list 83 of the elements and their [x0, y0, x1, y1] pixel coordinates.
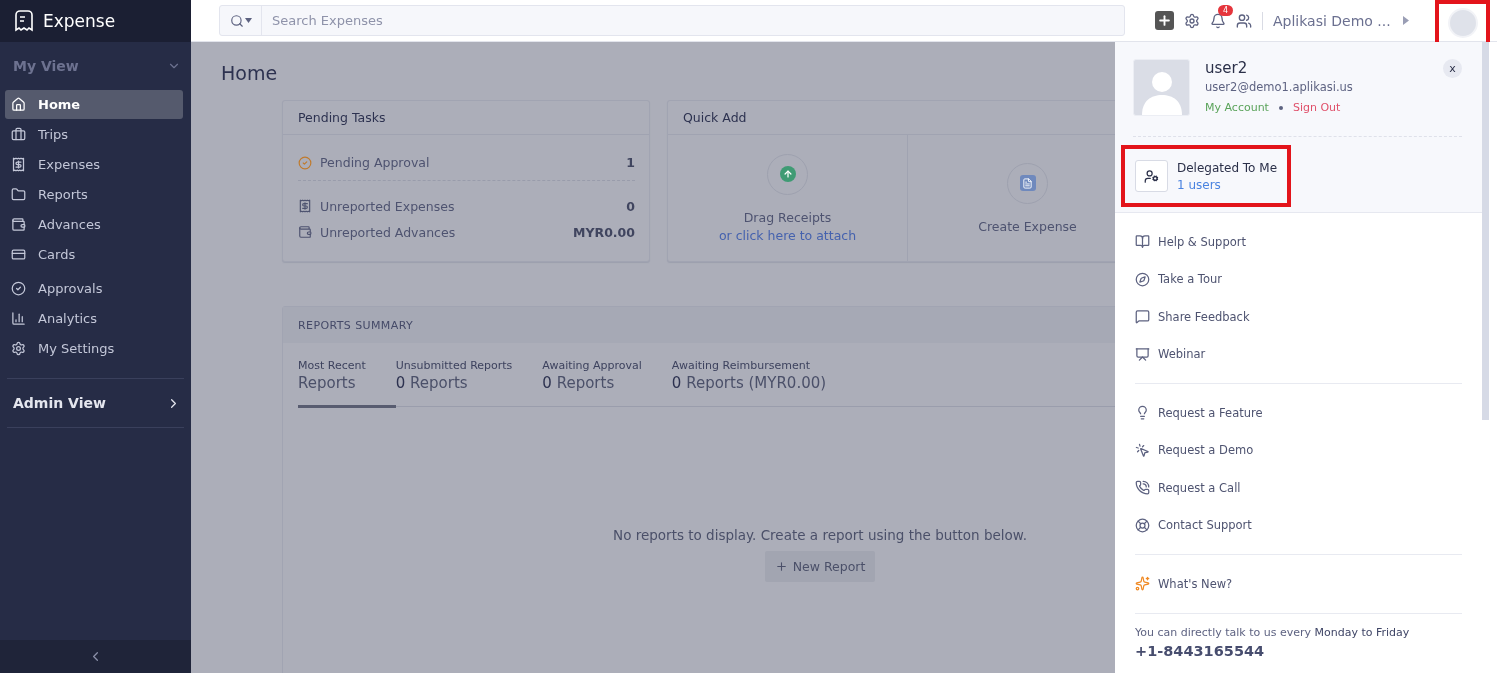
plus-icon [1157, 13, 1172, 28]
sparkles-icon [1135, 576, 1150, 592]
task-label[interactable]: Unreported Expenses [320, 198, 619, 214]
users-icon [1236, 12, 1252, 29]
delegated-users-link[interactable]: 1 users [1177, 177, 1277, 192]
home-icon [11, 97, 26, 112]
wallet-icon [11, 217, 26, 232]
bell-icon [1210, 12, 1226, 29]
nav-item[interactable]: Expenses [5, 150, 183, 179]
briefcase-icon [11, 127, 26, 142]
menu-item[interactable]: Request a Call [1135, 469, 1462, 507]
receipt-icon [298, 199, 312, 213]
card-title: Pending Tasks [283, 101, 649, 135]
nav-item[interactable]: My Settings [5, 334, 183, 363]
wallet-icon [298, 225, 312, 239]
nav-item[interactable]: Approvals [5, 274, 183, 303]
task-value: MYR0.00 [573, 224, 635, 240]
notifications-button[interactable] [1210, 12, 1226, 29]
support-hours-text: You can directly talk to us every Monday to Friday [1135, 625, 1411, 639]
settings-icon [1184, 12, 1200, 29]
empty-message: No reports to display. Create a report using the button below. [613, 527, 1027, 543]
upload-icon [779, 166, 796, 182]
app-logo[interactable]: Expense [0, 0, 191, 42]
caret-icon [1402, 16, 1409, 25]
sidebar-section-header[interactable]: Admin View [0, 379, 191, 427]
phone-icon [1135, 480, 1150, 496]
card-icon [11, 247, 26, 262]
chat-icon [1135, 309, 1150, 325]
menu-item[interactable]: Contact Support [1135, 506, 1462, 544]
page-title: Home [221, 62, 278, 84]
scrollbar[interactable] [1482, 42, 1489, 420]
folder-icon [11, 187, 26, 202]
nav-item[interactable]: Home [5, 90, 183, 119]
nav-item[interactable]: Cards [5, 240, 183, 269]
nav-item[interactable]: Analytics [5, 304, 183, 333]
app-name: Expense [43, 11, 116, 31]
add-button[interactable] [1155, 11, 1174, 30]
nav-item[interactable]: Trips [5, 120, 183, 149]
task-label[interactable]: Pending Approval [320, 155, 619, 170]
document-icon [1019, 175, 1036, 191]
report-tab[interactable]: Unsubmitted Reports 0 Reports [395, 359, 543, 406]
compass-icon [1135, 271, 1150, 287]
organization-switcher[interactable]: Aplikasi Demo ... [1273, 12, 1409, 29]
chart-icon [11, 311, 26, 326]
tile-label: Drag Receipts [743, 209, 832, 225]
delegation-button[interactable] [1135, 160, 1168, 192]
report-tab[interactable]: Awaiting Approval 0 Reports [542, 359, 672, 406]
task-value: 1 [626, 155, 635, 170]
settings-button[interactable] [1184, 12, 1200, 29]
check-circle-icon [11, 281, 26, 296]
nav-item[interactable]: Advances [5, 210, 183, 239]
task-value: 0 [626, 198, 635, 214]
user-cog-icon [1144, 168, 1159, 184]
user-email: user2@demo1.aplikasi.us [1205, 80, 1354, 94]
menu-item[interactable]: What's New? [1135, 565, 1462, 603]
menu-item[interactable]: Request a Feature [1135, 394, 1462, 432]
menu-item[interactable]: Take a Tour [1135, 260, 1462, 298]
book-icon [1135, 234, 1150, 250]
support-phone: +1-8443165544 [1135, 642, 1266, 659]
lifebuoy-icon [1135, 517, 1150, 533]
report-tab[interactable]: Awaiting Reimbursement 0 Reports (MYR0.00) [671, 359, 857, 406]
lightbulb-icon [1135, 405, 1150, 421]
menu-item[interactable]: Request a Demo [1135, 431, 1462, 469]
plus-icon [774, 560, 788, 573]
delegated-title: Delegated To Me [1177, 160, 1277, 175]
check-circle-icon [298, 155, 312, 170]
receipt-icon [11, 157, 26, 172]
search-icon [229, 13, 244, 28]
user-name: user2 [1205, 59, 1249, 77]
users-button[interactable] [1236, 12, 1252, 29]
receipt-logo-icon [12, 9, 36, 33]
nav-item[interactable]: Reports [5, 180, 183, 209]
close-button[interactable]: x [1443, 59, 1462, 78]
presentation-icon [1135, 346, 1150, 362]
caret-down-icon [244, 18, 252, 23]
task-label[interactable]: Unreported Advances [320, 224, 566, 240]
tile-label: Create Expense [978, 218, 1077, 234]
notification-count: 4 [1218, 4, 1234, 16]
sign-out-link[interactable]: Sign Out [1292, 101, 1341, 114]
report-tab[interactable]: Most Recent Reports [298, 359, 396, 408]
profile-photo-placeholder [1133, 59, 1190, 116]
settings-icon [11, 341, 26, 356]
pointer-icon [1135, 442, 1150, 458]
